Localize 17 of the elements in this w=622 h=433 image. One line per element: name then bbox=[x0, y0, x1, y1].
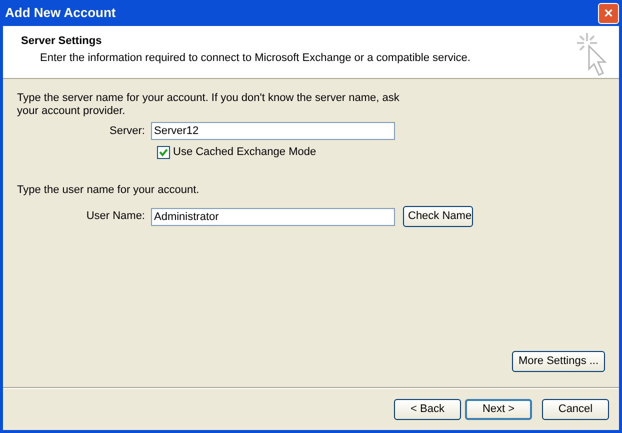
cached-mode-checkbox[interactable]: Use Cached Exchange Mode bbox=[157, 144, 316, 160]
server-label: Server: bbox=[108, 124, 146, 139]
server-field[interactable]: Server12 bbox=[151, 122, 395, 140]
user-name-label: User Name: bbox=[85, 209, 146, 224]
dialog-button[interactable]: Next > bbox=[465, 398, 532, 420]
dialog-button[interactable]: < Back bbox=[394, 398, 461, 420]
close-button[interactable]: × bbox=[598, 2, 619, 24]
header-title: Server Settings bbox=[21, 34, 103, 49]
header-subtitle: Enter the information required to connect to Microsoft Exchange or a compatible service. bbox=[39, 50, 470, 66]
dialog-button[interactable]: Cancel bbox=[542, 398, 609, 420]
checkmark-icon bbox=[159, 148, 168, 157]
window-title: Add New Account bbox=[4, 4, 116, 22]
user-name-field[interactable]: Administrator bbox=[151, 208, 395, 226]
more-settings-button[interactable]: More Settings ... bbox=[512, 351, 605, 372]
user-instruction: Type the user name for your account. bbox=[17, 182, 200, 198]
check-name-button[interactable]: Check Name bbox=[403, 206, 473, 227]
server-instruction: Type the server name for your account. If you don't know the server name, ask your account provider. bbox=[17, 92, 400, 118]
